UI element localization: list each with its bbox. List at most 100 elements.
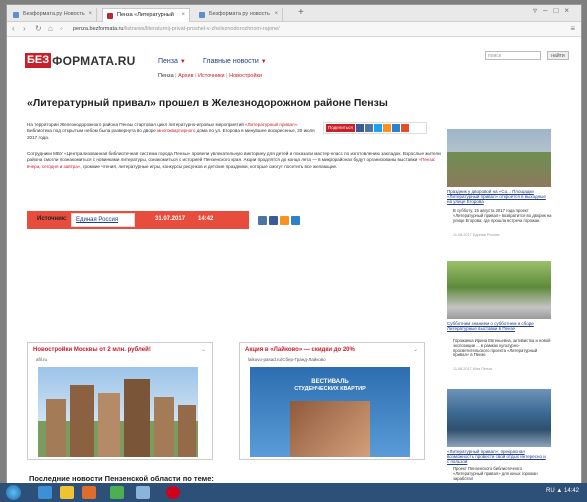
favicon-icon (199, 12, 205, 18)
home-icon[interactable]: ⌂ (48, 24, 53, 33)
news-meta: 11.08.2017 Единая Россия (453, 233, 500, 237)
media-player-icon[interactable] (82, 486, 96, 499)
ad-block[interactable]: Новостройки Москвы от 2 млн. рублей! ⌄ a… (27, 342, 213, 460)
building-shape (46, 399, 66, 457)
menu-icon[interactable]: ≡ (570, 24, 575, 33)
mailru-icon[interactable] (291, 216, 300, 225)
app-icon[interactable] (136, 486, 150, 499)
twitter-icon[interactable] (373, 124, 382, 132)
close-icon[interactable]: × (181, 9, 185, 22)
subnav-link[interactable]: Новостройки (229, 73, 262, 79)
tab-bar: Безформата.ру Новость × Пенза «Литератур… (7, 5, 581, 22)
back-icon[interactable]: ‹ (12, 24, 15, 33)
subnav-link[interactable]: Пенза (158, 73, 174, 79)
banner-text: ВЕСТИВАЛЬ (311, 379, 349, 385)
system-tray[interactable]: RU ▲ 14:42 (546, 488, 579, 494)
new-tab-button[interactable]: + (298, 7, 304, 18)
building-shape (290, 401, 370, 457)
mailru-icon[interactable] (391, 124, 400, 132)
main-news-dropdown[interactable]: Главные новости ▼ (203, 58, 267, 65)
subnav-link[interactable]: Источники (198, 73, 225, 79)
window-controls[interactable]: ▿–□× (533, 6, 575, 15)
ad-domain[interactable]: afil.ru (36, 357, 47, 362)
ad-image[interactable]: ВЕСТИВАЛЬ СТУДЕНЧЕСКИХ КВАРТИР (250, 367, 410, 457)
news-link[interactable]: Праздник у дворовой на «Со... Площадке «… (447, 189, 547, 205)
start-button[interactable] (6, 485, 21, 500)
search-input[interactable]: поиск (485, 51, 541, 60)
folder-icon[interactable] (60, 486, 74, 499)
news-snippet: В субботу, 15 августа 2017 года проект «… (453, 208, 552, 223)
news-snippet: Проект Пензенского библиотечного «Литера… (453, 466, 538, 481)
news-thumbnail[interactable] (447, 261, 551, 319)
odnoklassniki-icon[interactable] (382, 124, 391, 132)
chevron-down-icon: ▼ (179, 59, 186, 65)
close-icon[interactable]: × (88, 8, 92, 21)
text: , громкие чтения, литературные игры, кон… (80, 163, 338, 169)
text: Акции продлятся до конца лета — в микрор… (243, 157, 418, 163)
tab-label: Безформата ру новость (209, 11, 270, 17)
publish-date: 31.07.2017 (155, 216, 186, 222)
source-label: Источник: (37, 216, 67, 222)
more-share-icon[interactable] (400, 124, 409, 132)
search-button[interactable]: найти (547, 51, 569, 60)
forward-icon[interactable]: › (23, 24, 26, 33)
share-box: Поделиться (323, 122, 427, 134)
browser-tab-active[interactable]: Пенза «Литературный × (102, 8, 190, 22)
news-thumbnail[interactable] (447, 389, 551, 447)
url-field[interactable]: penza.bezformata.ru/listnews/literaturni… (73, 24, 553, 34)
source-link[interactable]: Единая Россия (71, 213, 135, 227)
tab-label: Безформата.ру Новость (23, 11, 85, 17)
news-link[interactable]: «Литературный привал»: прекрасная возмож… (447, 449, 547, 465)
facebook-icon[interactable] (355, 124, 364, 132)
building-shape (98, 393, 120, 457)
address-bar: ‹ › ↻ ⌂ ◦ penza.bezformata.ru/listnews/l… (7, 22, 581, 37)
favicon-icon (107, 13, 113, 19)
ad-title[interactable]: Акция в «Лайково» — скидки до 20% (245, 347, 355, 353)
building-shape (124, 379, 150, 457)
logo-text: ФОРМАТА.RU (52, 53, 136, 68)
ad-title[interactable]: Новостройки Москвы от 2 млн. рублей! (33, 347, 151, 353)
ad-image[interactable] (38, 367, 198, 457)
reload-icon[interactable]: ↻ (35, 24, 42, 33)
inline-link[interactable]: многоквартирного (157, 128, 195, 133)
related-news-heading: Последние новости Пензенской области по … (29, 474, 214, 483)
browser-tab[interactable]: Безформата ру новость × (195, 8, 283, 22)
opera-icon[interactable] (166, 486, 180, 499)
ad-domain[interactable]: laikovo-pasad.ru/Сбер-Гранд-Лайково (248, 357, 326, 362)
publish-time: 14:42 (198, 216, 214, 222)
chevron-down-icon[interactable]: ⌄ (201, 346, 206, 353)
facebook-icon[interactable] (269, 216, 278, 225)
news-thumbnail[interactable] (447, 129, 551, 187)
building-shape (178, 405, 196, 457)
region-label: Пенза (158, 58, 178, 65)
site-header: БЕЗ ФОРМАТА.RU Пенза ▼ Главные новости ▼… (7, 38, 581, 86)
building-shape (70, 385, 94, 457)
chevron-down-icon: ▼ (260, 59, 267, 65)
inline-link[interactable]: «Литературный привал» (245, 122, 297, 127)
site-logo[interactable]: БЕЗ ФОРМАТА.RU (25, 53, 136, 68)
building-shape (154, 397, 174, 457)
share-button[interactable]: Поделиться (326, 124, 355, 132)
news-link[interactable]: Субботним знанием о субботнем и сборе Ли… (447, 321, 547, 331)
banner-text: СТУДЕНЧЕСКИХ КВАРТИР (294, 386, 366, 392)
text: На территории Железнодорожного района Пе… (27, 122, 244, 127)
os-taskbar: RU ▲ 14:42 (0, 483, 587, 502)
odnoklassniki-icon[interactable] (280, 216, 289, 225)
article-title: «Литературный привал» прошел в Железнодо… (27, 97, 388, 109)
vk-icon[interactable] (258, 216, 267, 225)
subnav-link[interactable]: Архив (178, 73, 193, 79)
lock-icon: ◦ (60, 24, 63, 33)
chevron-down-icon[interactable]: ⌄ (413, 346, 418, 353)
news-meta: 11.08.2017 Моя Пенза (453, 367, 492, 371)
ie-icon[interactable] (38, 486, 52, 499)
close-icon[interactable]: × (274, 8, 278, 21)
article-body: Сотрудники МБУ «Централизованная библиот… (27, 151, 447, 170)
favicon-icon (13, 12, 19, 18)
sub-navigation: Пенза | Архив | Источники | Новостройки (158, 73, 262, 79)
region-dropdown[interactable]: Пенза ▼ (158, 58, 186, 65)
chrome-icon[interactable] (110, 486, 124, 499)
vk-icon[interactable] (364, 124, 373, 132)
browser-tab[interactable]: Безформата.ру Новость × (9, 8, 97, 22)
logo-bez: БЕЗ (25, 53, 52, 68)
ad-block[interactable]: Акция в «Лайково» — скидки до 20% ⌄ laik… (239, 342, 425, 460)
